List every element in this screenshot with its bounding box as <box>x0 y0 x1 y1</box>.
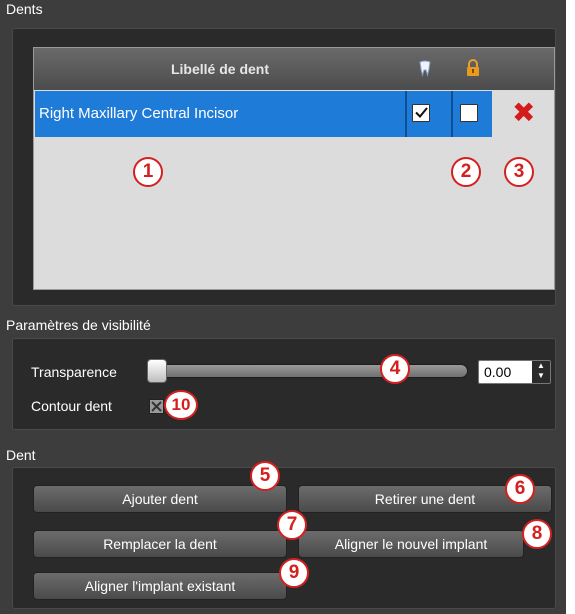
delete-tooth-cell[interactable]: ✖ <box>492 91 554 137</box>
visibility-group-title: Paramètres de visibilité <box>6 317 151 333</box>
dental-tooth-panel: Dents Libellé de dent Right Maxillary Ce… <box>0 0 566 614</box>
callout-badge: 9 <box>279 558 309 588</box>
contour-checkbox[interactable] <box>149 399 164 414</box>
callout-badge: 7 <box>277 510 307 540</box>
lock-icon <box>464 59 482 77</box>
checkmark-icon <box>415 107 428 118</box>
dents-group-title: Dents <box>6 1 43 17</box>
dent-group-title: Dent <box>6 447 36 463</box>
tooth-visible-checkbox[interactable] <box>412 104 430 122</box>
spin-down-icon[interactable]: ▼ <box>532 371 550 381</box>
callout-badge: 2 <box>451 157 481 187</box>
callout-badge: 8 <box>522 519 552 549</box>
table-row[interactable]: Right Maxillary Central Incisor ✖ <box>35 91 554 137</box>
align-existing-implant-button[interactable]: Aligner l'implant existant <box>33 572 287 600</box>
tooth-label-column-header[interactable]: Libellé de dent <box>34 48 406 90</box>
tooth-visibility-icon <box>416 59 434 77</box>
callout-badge: 4 <box>380 354 410 384</box>
transparency-spinbox[interactable]: 0.00 ▲ ▼ <box>478 360 551 384</box>
transparency-label: Transparence <box>31 364 117 380</box>
replace-tooth-button[interactable]: Remplacer la dent <box>33 530 287 558</box>
column-divider <box>405 91 407 137</box>
tooth-name-cell[interactable]: Right Maxillary Central Incisor <box>39 91 405 137</box>
delete-icon[interactable]: ✖ <box>512 99 535 127</box>
callout-badge: 6 <box>505 474 535 504</box>
callout-badge: 3 <box>504 157 534 187</box>
spin-arrows[interactable]: ▲ ▼ <box>532 361 550 383</box>
add-tooth-button[interactable]: Ajouter dent <box>33 485 287 513</box>
transparency-value[interactable]: 0.00 <box>484 361 511 383</box>
column-divider <box>451 91 453 137</box>
callout-badge: 5 <box>250 461 280 491</box>
align-new-implant-button[interactable]: Aligner le nouvel implant <box>298 530 524 558</box>
contour-label: Contour dent <box>31 398 112 414</box>
transparency-slider-handle[interactable] <box>147 359 167 383</box>
checkbox-pattern-icon <box>151 401 162 412</box>
visibility-group-panel <box>12 338 556 430</box>
callout-badge: 1 <box>133 157 163 187</box>
tooth-lock-checkbox[interactable] <box>460 104 478 122</box>
table-header: Libellé de dent <box>34 48 554 90</box>
callout-badge: 10 <box>164 390 198 420</box>
transparency-slider[interactable] <box>148 364 468 378</box>
spin-up-icon[interactable]: ▲ <box>532 361 550 371</box>
